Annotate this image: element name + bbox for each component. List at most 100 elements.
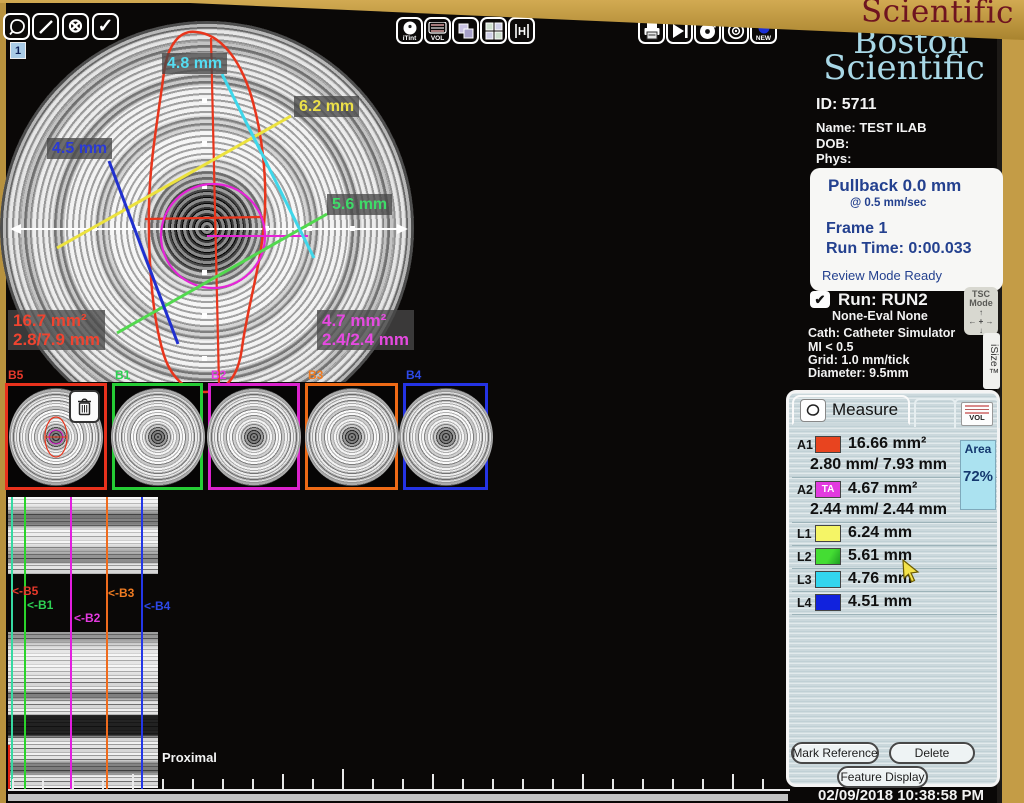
bookmark-label-b5: B5 — [8, 368, 23, 382]
check-icon: ✔ — [815, 292, 826, 308]
mark-reference-button[interactable]: Mark Reference — [791, 742, 879, 764]
ruler-tick — [192, 779, 194, 789]
measure-row-l1[interactable]: L1 6.24 mm — [792, 524, 997, 545]
mouse-cursor-icon — [901, 559, 923, 583]
bookmark-thumbnail-b3[interactable] — [305, 383, 398, 490]
l2-color-swatch — [815, 548, 841, 565]
patient-id: ID: 5711 — [816, 96, 876, 114]
bookmark-line-b2[interactable] — [70, 497, 72, 790]
tsc-mode-button[interactable]: TSC Mode ↑ ← + → ↓ — [964, 287, 998, 335]
bookmark-thumbnail-b4[interactable] — [403, 383, 488, 490]
itint-disc-icon — [401, 21, 419, 35]
l2-length-label: 5.6 mm — [327, 194, 392, 215]
measure-row-l2[interactable]: L2 5.61 mm — [792, 547, 997, 568]
ruler-tick — [42, 779, 44, 789]
longitudinal-view-lower[interactable] — [8, 632, 158, 788]
delete-bookmark-button[interactable] — [69, 390, 100, 423]
bookmark-caliper-button[interactable] — [508, 17, 535, 44]
ruler-tick — [102, 779, 104, 789]
ruler-tick — [552, 779, 554, 789]
bookmark-marker-b3: <-B3 — [108, 586, 134, 600]
overlapping-squares-icon — [456, 21, 476, 41]
arrow-left-right-icon: ← + → — [964, 317, 998, 326]
circle-x-icon: ⊗ — [68, 17, 84, 36]
pullback-rate: @ 0.5 mm/sec — [850, 197, 926, 209]
area-trace-tool-button[interactable] — [3, 13, 30, 40]
a2-area-label: 4.7 mm² 2.4/2.4 mm — [317, 310, 414, 350]
bookmark-line-b4[interactable] — [141, 497, 143, 790]
a1-area-value: 16.7 mm² — [13, 311, 100, 330]
a1-color-swatch — [815, 436, 841, 453]
bookmark-thumbnail-b2[interactable] — [208, 383, 300, 490]
ruler-tick — [672, 779, 674, 789]
accept-button[interactable]: ✓ — [92, 13, 119, 40]
grid-squares-icon — [484, 21, 504, 41]
delete-measurement-button[interactable]: ⊗ — [62, 13, 89, 40]
area-value: 72% — [961, 468, 995, 485]
thumbnail-image — [399, 388, 493, 486]
measure-row-l4[interactable]: L4 4.51 mm — [792, 593, 997, 614]
quad-view-button[interactable] — [480, 17, 507, 44]
ruler-tick — [432, 774, 434, 789]
run-title[interactable]: Run: RUN2 — [838, 290, 928, 310]
run-eval: None-Eval None — [832, 309, 928, 323]
row-label: L2 — [797, 550, 812, 564]
bookmark-label-b4: B4 — [406, 368, 421, 382]
logo-line2: Scientific — [806, 52, 1002, 84]
feature-display-button[interactable]: Feature Display — [837, 766, 928, 788]
arrow-up-icon: ↑ — [964, 308, 998, 317]
diameter-info: Diameter: 9.5mm — [808, 366, 909, 380]
dual-view-button[interactable] — [452, 17, 479, 44]
thumbnail-image — [305, 388, 399, 486]
line-icon — [36, 17, 56, 37]
thumbnail-image — [207, 388, 301, 486]
ruler-tick — [162, 779, 164, 789]
vol-tab-label: VOL — [962, 414, 992, 422]
current-frame-line[interactable] — [11, 497, 13, 790]
ruler-tick — [372, 779, 374, 789]
lasso-icon — [800, 399, 826, 422]
bezel-brand-text: Scientific — [861, 0, 1014, 31]
a1-area-label: 16.7 mm² 2.8/7.9 mm — [8, 310, 105, 350]
ruler-tick — [12, 779, 14, 789]
ruler-tick — [222, 779, 224, 789]
vol-tab-icon: VOL — [961, 402, 993, 426]
volume-view-button[interactable]: VOL — [424, 17, 451, 44]
volume-lines-icon — [428, 22, 447, 34]
l1-color-swatch — [815, 525, 841, 542]
tab-blank[interactable] — [914, 398, 956, 427]
pullback-ruler — [8, 789, 790, 791]
longitudinal-view-upper[interactable] — [8, 497, 158, 574]
bookmark-line-b5[interactable] — [8, 745, 10, 790]
itint-button[interactable]: iTint — [396, 17, 423, 44]
measure-row-l3[interactable]: L3 4.76 mm — [792, 570, 997, 591]
row-label: L3 — [797, 573, 812, 587]
row-value: 6.24 mm — [848, 524, 912, 542]
row-label: L4 — [797, 596, 812, 610]
mi-info: MI < 0.5 — [808, 340, 854, 354]
a2-color-swatch: TA — [815, 481, 841, 498]
delete-button[interactable]: Delete — [889, 742, 975, 764]
status-card: Pullback 0.0 mm @ 0.5 mm/sec Frame 1 Run… — [810, 168, 1003, 291]
volume-label: VOL — [426, 35, 449, 42]
tab-measure[interactable]: Measure — [792, 395, 910, 425]
row-label: A2 — [797, 483, 813, 497]
distance-tool-button[interactable] — [32, 13, 59, 40]
l3-color-swatch — [815, 571, 841, 588]
bookmark-line-b3[interactable] — [106, 497, 108, 790]
ruler-tick — [72, 779, 74, 789]
run-select-checkbox[interactable]: ✔ — [810, 291, 830, 308]
tab-volume[interactable]: VOL — [954, 398, 1000, 428]
bookmark-thumbnail-b5[interactable] — [5, 383, 107, 490]
ruler-tick — [612, 779, 614, 789]
bookmark-marker-b2: <-B2 — [74, 611, 100, 625]
bookmark-thumbnail-b1[interactable] — [112, 383, 203, 490]
thumbnail-image — [111, 388, 205, 486]
l1-length-label: 6.2 mm — [294, 96, 359, 117]
ruler-tick — [132, 774, 134, 789]
isize-tab[interactable]: iSize™ — [983, 333, 1000, 389]
ruler-tick — [702, 779, 704, 789]
row-dims: 2.80 mm/ 7.93 mm — [810, 456, 947, 474]
bookmark-line-b1[interactable] — [24, 497, 26, 790]
checkmark-icon: ✓ — [98, 17, 114, 36]
